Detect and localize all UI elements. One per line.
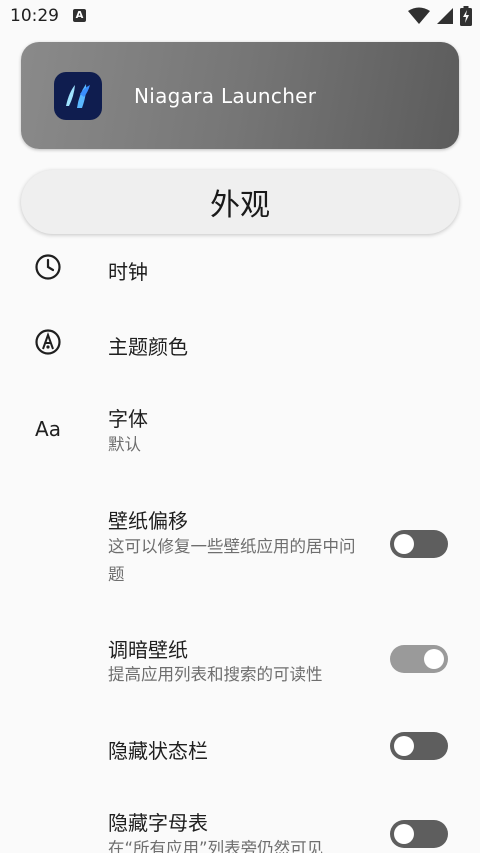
wallpaper-offset-toggle[interactable] <box>390 530 448 558</box>
toggle-knob <box>394 534 414 554</box>
setting-font-title: 字体 <box>108 407 148 431</box>
app-header-card: Niagara Launcher <box>21 42 459 149</box>
setting-hide-status-bar[interactable]: 隐藏状态栏 <box>0 728 480 768</box>
toggle-knob <box>394 824 414 844</box>
app-title: Niagara Launcher <box>134 84 317 108</box>
dim-wallpaper-toggle[interactable] <box>390 645 448 673</box>
setting-dim-wallpaper[interactable]: 调暗壁纸 提高应用列表和搜索的可读性 <box>0 627 480 693</box>
setting-dim-wallpaper-subtitle: 提高应用列表和搜索的可读性 <box>108 665 323 684</box>
status-bar: 10:29 A <box>0 0 480 34</box>
setting-theme-color[interactable]: 主题颜色 <box>0 322 480 364</box>
font-aa-icon: Aa <box>35 417 61 441</box>
niagara-logo-icon <box>54 72 102 120</box>
palette-pencil-icon <box>32 326 64 358</box>
wifi-icon <box>408 7 430 24</box>
setting-theme-color-title: 主题颜色 <box>108 335 188 359</box>
clock-icon <box>32 251 64 283</box>
status-icons <box>408 6 472 26</box>
cellular-signal-icon <box>437 8 453 24</box>
setting-dim-wallpaper-title: 调暗壁纸 <box>108 638 188 662</box>
setting-font-value: 默认 <box>108 435 141 454</box>
section-title-appearance: 外观 <box>21 170 459 234</box>
setting-hide-alphabet-title: 隐藏字母表 <box>108 811 208 835</box>
toggle-knob <box>424 649 444 669</box>
status-time: 10:29 <box>10 6 59 26</box>
setting-wallpaper-offset-title: 壁纸偏移 <box>108 509 188 533</box>
hide-status-bar-toggle[interactable] <box>390 732 448 760</box>
setting-font[interactable]: Aa 字体 默认 <box>0 395 480 465</box>
setting-hide-alphabet-subtitle: 在“所有应用”列表旁仍然可见 <box>108 839 324 853</box>
toggle-knob <box>394 736 414 756</box>
setting-wallpaper-offset[interactable]: 壁纸偏移 这可以修复一些壁纸应用的居中问题 <box>0 497 480 592</box>
battery-charging-icon <box>460 6 472 26</box>
setting-hide-status-bar-title: 隐藏状态栏 <box>108 739 208 763</box>
notification-icon: A <box>73 9 86 22</box>
setting-hide-alphabet[interactable]: 隐藏字母表 在“所有应用”列表旁仍然可见 <box>0 800 480 853</box>
hide-alphabet-toggle[interactable] <box>390 820 448 848</box>
setting-clock[interactable]: 时钟 <box>0 247 480 289</box>
setting-clock-title: 时钟 <box>108 260 148 284</box>
setting-wallpaper-offset-subtitle: 这可以修复一些壁纸应用的居中问题 <box>108 537 356 584</box>
